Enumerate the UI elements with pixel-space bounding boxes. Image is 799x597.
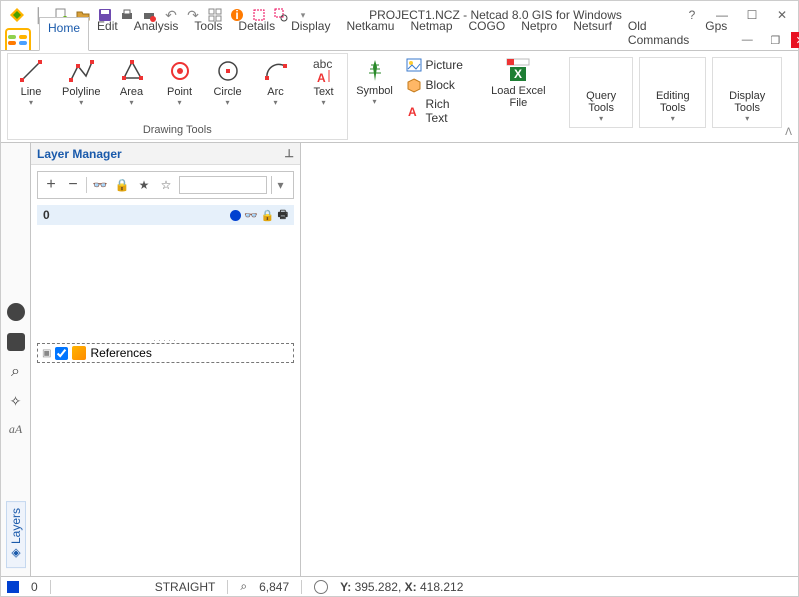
ribbon: Line▾ Polyline▾ Area▾ Point▾ Circle▾ Arc… [1,51,798,143]
svg-text:A: A [317,71,326,84]
layer-color-icon[interactable] [230,210,241,221]
layers-stack-icon: ◈ [9,547,23,561]
mdi-minimize-button[interactable]: — [735,30,759,50]
references-checkbox[interactable] [55,347,68,360]
layer-print-icon[interactable]: 🖶 [278,206,288,225]
panel-splitter[interactable]: ····· [31,335,300,343]
tab-netkamu[interactable]: Netkamu [338,16,402,50]
circle-button[interactable]: Circle▾ [211,58,245,107]
tab-analysis[interactable]: Analysis [126,16,187,50]
add-layer-icon[interactable]: + [42,176,60,194]
lock-all-icon[interactable]: 🔒 [113,176,131,194]
ribbon-collapse-icon[interactable]: ᐱ [785,127,792,138]
status-bar: 0 STRAIGHT ⌕ 6,847 Y: 395.282, X: 418.21… [1,576,798,596]
symbol-button[interactable]: Symbol▾ [358,57,392,106]
side-toolbar: ⌕ ✧ aA ◈ Layers [1,143,31,576]
layer-manager-panel: Layer Manager ⊥ + − 👓 🔒 ★ ☆ ▾ 0 👓 🔒 🖶 [31,143,301,576]
layer-toolbar: + − 👓 🔒 ★ ☆ ▾ [37,171,294,199]
line-button[interactable]: Line▾ [14,58,48,107]
star-down-icon[interactable]: ☆ [157,176,175,194]
drawing-tools-group-label: Drawing Tools [8,122,347,139]
references-cube-icon [72,346,86,360]
tab-netmap[interactable]: Netmap [402,16,460,50]
layer-lock-icon[interactable]: 🔒 [261,209,275,222]
status-mode: STRAIGHT [155,580,216,594]
ribbon-tab-row: Home Edit Analysis Tools Details Display… [1,29,798,51]
main-area: ⌕ ✧ aA ◈ Layers Layer Manager ⊥ + − 👓 🔒 … [1,143,798,576]
side-wand-icon[interactable]: ✧ [10,393,22,410]
richtext-button[interactable]: ARich Text [406,97,470,125]
side-book-icon[interactable] [7,333,25,351]
query-tools-button[interactable]: Query Tools▾ [569,57,633,128]
block-button[interactable]: Block [406,77,470,93]
svg-text:abc: abc [313,58,332,71]
tree-expand-icon[interactable]: ▣ [42,348,51,359]
app-icon [9,7,25,23]
file-tab[interactable] [5,28,31,50]
ribbon-tabs: Home Edit Analysis Tools Details Display… [39,16,735,50]
area-button[interactable]: Area▾ [115,58,149,107]
load-excel-button[interactable]: XLoad Excel File [484,57,554,109]
tab-display[interactable]: Display [283,16,338,50]
side-search-icon[interactable]: ⌕ [11,363,20,381]
text-button[interactable]: abcAText▾ [307,58,341,107]
close-button[interactable]: ✕ [770,5,794,25]
arc-button[interactable]: Arc▾ [259,58,293,107]
tab-tools[interactable]: Tools [186,16,230,50]
polyline-button[interactable]: Polyline▾ [62,58,101,107]
side-info-icon[interactable] [7,303,25,321]
tab-cogo[interactable]: COGO [461,16,514,50]
panel-header: Layer Manager ⊥ [31,143,300,165]
layer-row-0[interactable]: 0 👓 🔒 🖶 [37,205,294,225]
layer-search-input[interactable] [179,176,267,194]
tab-edit[interactable]: Edit [89,16,126,50]
pin-icon[interactable]: ⊥ [284,147,294,160]
svg-text:A: A [408,105,417,119]
layer-visibility-icon[interactable]: 👓 [244,209,258,222]
tab-gps[interactable]: Gps [697,16,735,50]
svg-text:X: X [514,67,522,81]
tab-netsurf[interactable]: Netsurf [565,16,620,50]
display-tools-button[interactable]: Display Tools▾ [712,57,782,128]
tab-details[interactable]: Details [230,16,283,50]
mdi-close-button[interactable]: ✕ [791,32,799,48]
binoculars-icon[interactable]: 👓 [91,176,109,194]
editing-tools-button[interactable]: Editing Tools▾ [639,57,706,128]
star-up-icon[interactable]: ★ [135,176,153,194]
picture-button[interactable]: Picture [406,57,470,73]
filter-icon[interactable]: ▾ [271,176,289,194]
tab-home[interactable]: Home [39,17,89,51]
tab-oldcommands[interactable]: Old Commands [620,16,697,50]
references-row[interactable]: ▣ References [37,343,294,363]
layer-name: 0 [43,208,50,222]
zoom-icon[interactable]: ⌕ [240,579,247,594]
side-font-icon[interactable]: aA [9,422,22,437]
layers-tab-vertical[interactable]: ◈ Layers [6,501,26,568]
coord-y-label: Y: 395.282, X: 418.212 [340,580,463,594]
status-color-swatch[interactable] [7,581,19,593]
mdi-restore-button[interactable]: ❐ [763,30,787,50]
tab-netpro[interactable]: Netpro [513,16,565,50]
globe-icon[interactable] [314,580,328,594]
point-button[interactable]: Point▾ [163,58,197,107]
status-count: 0 [31,580,38,594]
drawing-canvas[interactable] [301,143,798,576]
panel-title: Layer Manager [37,147,122,161]
remove-layer-icon[interactable]: − [64,176,82,194]
references-label: References [90,346,151,360]
layer-list: 0 👓 🔒 🖶 [37,205,294,335]
status-scale: 6,847 [259,580,289,594]
maximize-button[interactable]: ☐ [740,5,764,25]
